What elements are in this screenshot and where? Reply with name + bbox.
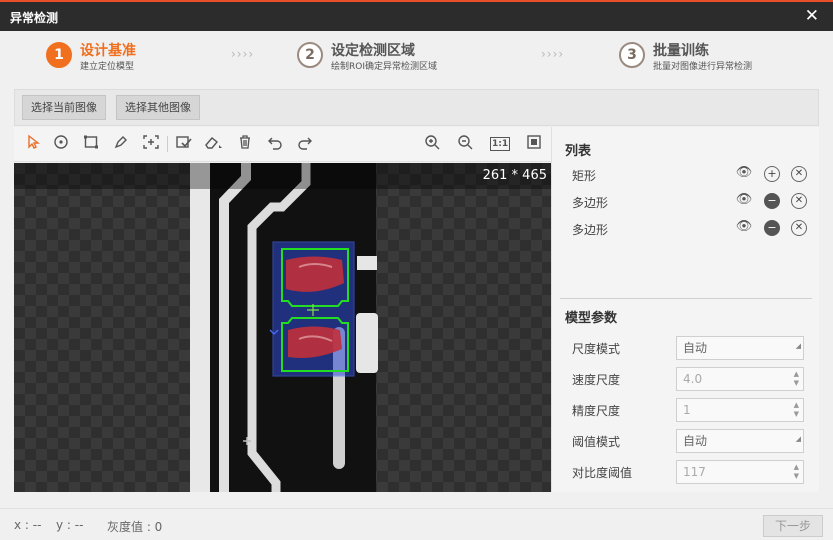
param-label: 速度尺度 <box>572 373 621 387</box>
gray-value: 灰度值 : 0 <box>107 520 163 534</box>
checklist-icon[interactable] <box>174 134 194 154</box>
list-title: 列表 <box>565 144 592 159</box>
right-panel: 列表 矩形 👁 + ✕ 多边形 👁 − ✕ 多边形 👁 − ✕ 模型参数 尺度模… <box>551 127 819 492</box>
spinner-arrows-icon[interactable]: ▲ ▼ <box>794 463 799 481</box>
step-2-subtitle: 绘制ROI确定异常检测区域 <box>331 62 437 72</box>
defect-region-upper <box>286 256 344 292</box>
list-item[interactable]: 矩形 👁 + ✕ <box>572 164 812 186</box>
pad <box>356 313 378 373</box>
step-3-label: 批量训练 <box>653 43 709 59</box>
param-label: 尺度模式 <box>572 342 621 356</box>
zoom-out-icon[interactable] <box>455 134 475 154</box>
fit-window-icon[interactable] <box>524 134 544 154</box>
trace <box>190 163 210 492</box>
step-3-subtitle: 批量对图像进行异常检测 <box>653 62 753 72</box>
cursor-y: y : -- <box>56 518 84 532</box>
step-2-label: 设定检测区域 <box>331 43 415 59</box>
plus-icon[interactable]: + <box>764 166 780 182</box>
title-bar: 异常检测 ✕ <box>0 0 833 31</box>
list-item[interactable]: 多边形 👁 − ✕ <box>572 218 812 240</box>
pad <box>357 256 377 270</box>
cursor-x: x : -- <box>14 518 42 532</box>
speed-scale-stepper[interactable]: 4.0 ▲ ▼ <box>676 367 804 391</box>
wizard-steps: 1 设计基准 建立定位模型 ›››› 2 设定检测区域 绘制ROI确定异常检测区… <box>0 31 833 81</box>
param-threshold-mode: 阈值模式 自动 ◢ <box>572 429 808 453</box>
scale-mode-select[interactable]: 自动 ◢ <box>676 336 804 360</box>
step-3-number: 3 <box>619 42 645 68</box>
threshold-mode-select[interactable]: 自动 ◢ <box>676 429 804 453</box>
field-value: 自动 <box>683 341 708 355</box>
rectangle-tool-icon[interactable] <box>81 134 101 154</box>
remove-icon[interactable]: ✕ <box>791 220 807 236</box>
step-1-number: 1 <box>46 42 72 68</box>
remove-icon[interactable]: ✕ <box>791 166 807 182</box>
actual-size-icon[interactable]: 1:1 <box>490 134 511 154</box>
undo-icon[interactable] <box>265 134 285 154</box>
canvas-header-shade <box>14 163 551 189</box>
dropdown-corner-icon: ◢ <box>795 435 801 443</box>
model-params-title: 模型参数 <box>565 311 618 326</box>
delete-icon[interactable] <box>235 134 255 154</box>
image-dimensions: 261 * 465 <box>482 168 547 183</box>
list-item-name: 矩形 <box>572 169 597 183</box>
eye-icon[interactable]: 👁 <box>735 220 753 236</box>
status-bar: x : -- y : -- 灰度值 : 0 下一步 <box>0 508 833 540</box>
field-value: 4.0 <box>683 372 703 386</box>
step-1-label: 设计基准 <box>80 43 136 59</box>
list-item[interactable]: 多边形 👁 − ✕ <box>572 191 812 213</box>
crosshair-add-icon[interactable] <box>141 134 161 154</box>
step-separator-2: ›››› <box>541 47 565 61</box>
precision-scale-stepper[interactable]: 1 ▲ ▼ <box>676 398 804 422</box>
step-2-number: 2 <box>297 42 323 68</box>
list-item-name: 多边形 <box>572 223 609 237</box>
pointer-icon[interactable] <box>23 134 43 154</box>
image-select-bar: 选择当前图像 选择其他图像 <box>14 89 819 126</box>
param-label: 对比度阈值 <box>572 466 633 480</box>
zoom-in-icon[interactable] <box>422 134 442 154</box>
param-speed-scale: 速度尺度 4.0 ▲ ▼ <box>572 367 808 391</box>
minus-icon[interactable]: − <box>764 193 780 209</box>
field-value: 1 <box>683 403 691 417</box>
toolbar-divider <box>167 136 168 152</box>
spinner-arrows-icon[interactable]: ▲ ▼ <box>794 370 799 388</box>
redo-icon[interactable] <box>295 134 315 154</box>
actual-size-label: 1:1 <box>490 137 511 151</box>
param-precision-scale: 精度尺度 1 ▲ ▼ <box>572 398 808 422</box>
select-other-image-button[interactable]: 选择其他图像 <box>116 95 200 120</box>
param-label: 阈值模式 <box>572 435 621 449</box>
image-canvas[interactable]: 261 * 465 <box>14 163 551 492</box>
list-item-name: 多边形 <box>572 196 609 210</box>
eye-icon[interactable]: 👁 <box>735 193 753 209</box>
drawing-toolbar: 1:1 <box>14 127 551 162</box>
spinner-arrows-icon[interactable]: ▲ ▼ <box>794 401 799 419</box>
remove-icon[interactable]: ✕ <box>791 193 807 209</box>
minus-icon[interactable]: − <box>764 220 780 236</box>
field-value: 自动 <box>683 434 708 448</box>
contrast-threshold-stepper[interactable]: 117 ▲ ▼ <box>676 460 804 484</box>
pcb-image <box>14 163 551 492</box>
panel-divider <box>560 298 812 299</box>
eraser-icon[interactable] <box>203 134 223 154</box>
field-value: 117 <box>683 465 706 479</box>
next-step-button[interactable]: 下一步 <box>763 515 823 537</box>
step-1-subtitle: 建立定位模型 <box>80 62 135 72</box>
window-title: 异常检测 <box>10 11 59 25</box>
step-separator-1: ›››› <box>231 47 255 61</box>
select-current-image-button[interactable]: 选择当前图像 <box>22 95 106 120</box>
pen-tool-icon[interactable] <box>111 134 131 154</box>
circle-tool-icon[interactable] <box>51 134 71 154</box>
param-contrast-threshold: 对比度阈值 117 ▲ ▼ <box>572 460 808 484</box>
close-icon[interactable]: ✕ <box>805 6 819 26</box>
param-scale-mode: 尺度模式 自动 ◢ <box>572 336 808 360</box>
dropdown-corner-icon: ◢ <box>795 342 801 350</box>
eye-icon[interactable]: 👁 <box>735 166 753 182</box>
param-label: 精度尺度 <box>572 404 621 418</box>
